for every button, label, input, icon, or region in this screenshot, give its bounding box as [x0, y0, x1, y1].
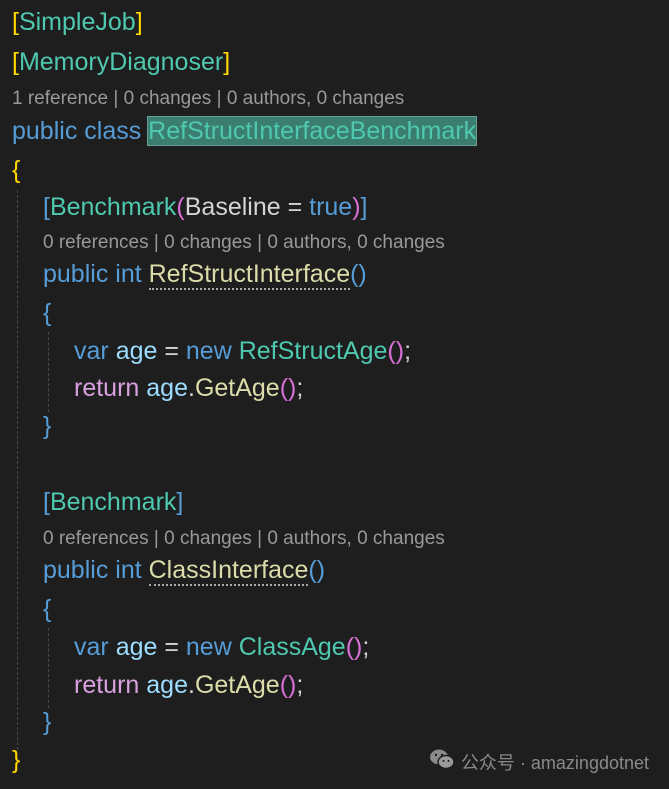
- code-line: public int RefStructInterface(): [43, 256, 367, 293]
- code-token: =: [157, 633, 186, 661]
- code-token: var: [74, 633, 116, 661]
- code-token: age: [115, 633, 158, 661]
- code-token: true: [309, 193, 353, 221]
- code-token: age: [115, 337, 158, 365]
- code-line: }: [43, 408, 51, 445]
- code-token: .: [187, 671, 195, 699]
- code-token: [: [43, 193, 50, 221]
- code-token: ;: [296, 671, 304, 699]
- code-token: (: [176, 193, 185, 221]
- code-token: RefStructInterface: [148, 260, 351, 290]
- code-line: [Benchmark(Baseline = true)]: [43, 189, 368, 226]
- codelens-link[interactable]: 0 authors, 0 changes: [227, 88, 404, 109]
- code-token: ;: [296, 374, 304, 402]
- code-token: Benchmark: [49, 488, 177, 516]
- watermark-text: 公众号 · amazingdotnet: [460, 752, 649, 773]
- codelens-separator: |: [211, 88, 227, 109]
- code-token: GetAge: [194, 671, 280, 699]
- codelens-link[interactable]: 0 references: [43, 528, 149, 549]
- code-line: [MemoryDiagnoser]: [12, 44, 230, 81]
- indent-guide: [48, 332, 49, 412]
- code-token: (): [279, 671, 297, 699]
- code-token: var: [74, 337, 116, 365]
- code-token: new: [185, 633, 239, 661]
- codelens-link[interactable]: 0 changes: [164, 232, 252, 253]
- code-token: }: [12, 746, 21, 774]
- code-token: public class: [12, 117, 149, 145]
- code-line: return age.GetAge();: [74, 667, 303, 704]
- code-token: (): [279, 374, 297, 402]
- indent-guide: [17, 190, 18, 750]
- code-token: ClassInterface: [148, 556, 309, 586]
- codelens-link[interactable]: 0 changes: [164, 528, 252, 549]
- code-token: RefStructInterfaceBenchmark: [147, 116, 478, 146]
- code-token: ]: [176, 488, 184, 516]
- code-token: {: [43, 299, 52, 327]
- code-token: [: [43, 488, 50, 516]
- code-token: ): [352, 193, 361, 221]
- code-token: return: [74, 671, 147, 699]
- code-line: {: [43, 591, 51, 628]
- code-token: }: [43, 708, 52, 736]
- code-line: {: [12, 152, 20, 189]
- code-token: [: [12, 8, 19, 36]
- code-line: [Benchmark]: [43, 484, 183, 521]
- code-token: ]: [360, 193, 368, 221]
- code-token: new: [185, 337, 239, 365]
- codelens-link[interactable]: 1 reference: [12, 88, 108, 109]
- codelens-separator: |: [148, 232, 165, 253]
- codelens-line: 1 reference | 0 changes | 0 authors, 0 c…: [12, 80, 404, 117]
- code-token: RefStructAge: [238, 337, 388, 365]
- code-line: var age = new ClassAge();: [74, 629, 369, 666]
- code-token: {: [12, 156, 21, 184]
- code-token: ;: [404, 337, 412, 365]
- code-token: return: [74, 374, 147, 402]
- code-token: SimpleJob: [18, 8, 136, 36]
- codelens-separator: |: [148, 528, 165, 549]
- codelens-link[interactable]: 0 changes: [124, 88, 212, 109]
- code-token: GetAge: [194, 374, 280, 402]
- code-line: public class RefStructInterfaceBenchmark: [12, 113, 478, 150]
- code-line: public int ClassInterface(): [43, 552, 325, 589]
- code-token: (): [308, 556, 326, 584]
- code-line: }: [43, 704, 51, 741]
- code-token: age: [146, 671, 188, 699]
- code-token: ;: [362, 633, 370, 661]
- code-token: ClassAge: [238, 633, 346, 661]
- code-token: =: [157, 337, 186, 365]
- code-token: (): [345, 633, 363, 661]
- code-token: Benchmark: [49, 193, 177, 221]
- code-line: return age.GetAge();: [74, 370, 303, 407]
- codelens-link[interactable]: 0 authors, 0 changes: [267, 232, 444, 253]
- code-token: public int: [43, 260, 149, 288]
- code-token: ]: [223, 48, 231, 76]
- code-line: var age = new RefStructAge();: [74, 333, 411, 370]
- codelens-link[interactable]: 0 references: [43, 232, 149, 253]
- codelens-separator: |: [251, 232, 268, 253]
- codelens-separator: |: [108, 88, 124, 109]
- watermark: 公众号 · amazingdotnet: [429, 748, 649, 775]
- code-token: Baseline =: [184, 193, 310, 221]
- wechat-icon: [429, 748, 455, 775]
- indent-guide: [48, 628, 49, 708]
- code-token: ]: [135, 8, 143, 36]
- code-line: {: [43, 295, 51, 332]
- code-token: {: [43, 595, 52, 623]
- code-token: (): [350, 260, 367, 288]
- code-token: MemoryDiagnoser: [18, 48, 224, 76]
- code-token: (): [387, 337, 405, 365]
- code-line: [SimpleJob]: [12, 4, 143, 41]
- code-token: age: [146, 374, 188, 402]
- code-token: }: [43, 412, 52, 440]
- codelens-link[interactable]: 0 authors, 0 changes: [267, 528, 444, 549]
- codelens-separator: |: [251, 528, 268, 549]
- code-token: public int: [43, 556, 149, 584]
- code-token: [: [12, 48, 19, 76]
- code-token: .: [187, 374, 195, 402]
